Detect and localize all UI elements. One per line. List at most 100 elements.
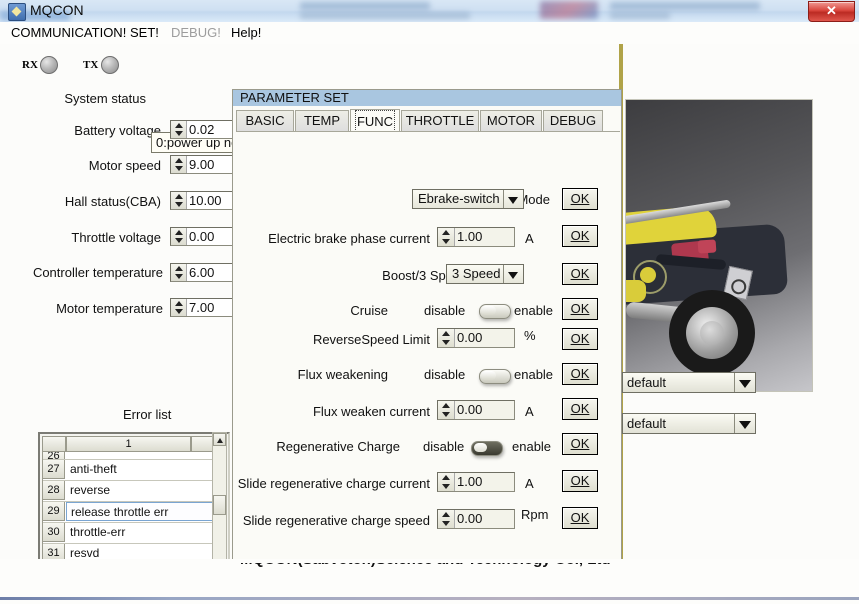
boost-3-spd-dropdown[interactable]: 3 Speed [446,264,524,284]
motor-temperature-stepper[interactable]: 7.00 [170,298,238,317]
motor-speed-stepper[interactable]: 9.00 [170,155,238,174]
preset-dropdown-2[interactable]: default [622,413,756,434]
tab-debug[interactable]: DEBUG [543,110,603,131]
func-tab-panel: Ebrake Mode Ebrake-switch OK Electric br… [233,132,621,602]
stepper-arrows-icon[interactable] [171,299,187,316]
row-number: 29 [43,502,65,521]
ok-button-cruise[interactable]: OK [562,298,598,320]
unit-rpm: Rpm [521,507,549,522]
stepper-arrows-icon[interactable] [438,329,455,347]
parameter-set-title: PARAMETER SET [233,90,621,106]
ok-label: OK [570,473,590,488]
tab-motor[interactable]: MOTOR [480,110,542,131]
chevron-down-icon[interactable] [734,414,755,433]
reverse-speed-limit-stepper[interactable]: 0.00 [437,328,515,348]
menu-item-debug[interactable]: DEBUG! [166,24,226,42]
ok-button-regenerative-charge[interactable]: OK [562,433,598,455]
row-number: 26 [43,452,65,459]
background-window-thumbnail [540,1,598,19]
tab-temp[interactable]: TEMP [295,110,349,131]
ok-button-flux-weaken-current[interactable]: OK [562,398,598,420]
regenerative-charge-disable-label: disable [423,439,465,454]
ok-button-slide-regenerative-charge-speed[interactable]: OK [562,507,598,529]
flux-weaken-current-stepper[interactable]: 0.00 [437,400,515,420]
ok-button-flux-weakening[interactable]: OK [562,363,598,385]
stepper-arrows-icon[interactable] [171,228,187,245]
close-icon[interactable]: ✕ [808,1,855,22]
ok-label: OK [570,191,590,206]
controller-temperature-stepper[interactable]: 6.00 [170,263,238,282]
slide-regenerative-charge-current-stepper[interactable]: 1.00 [437,472,515,492]
background-window-blur [610,2,760,10]
stepper-arrows-icon[interactable] [171,156,187,173]
stepper-arrows-icon[interactable] [438,473,455,491]
stepper-arrows-icon[interactable] [171,192,187,209]
table-row[interactable]: 27 anti-theft [43,460,213,481]
photo-detail [697,239,717,254]
ok-button-slide-regenerative-charge-current[interactable]: OK [562,470,598,492]
ok-label: OK [570,436,590,451]
grid-corner-cell[interactable] [42,436,66,452]
table-row[interactable]: 30 throttle-err [43,523,213,544]
footer-bar: MQCON(Sabvoton)Science and Technology Co… [0,559,859,604]
electric-brake-phase-current-stepper[interactable]: 1.00 [437,227,515,247]
menu-item-communication[interactable]: COMMUNICATION! [6,24,131,42]
scroll-up-icon[interactable] [213,433,226,446]
application-window: MQCON ✕ COMMUNICATION! SET! DEBUG! Help!… [0,0,859,604]
tab-basic[interactable]: BASIC [236,110,294,131]
chevron-down-icon[interactable] [503,265,523,283]
cruise-toggle[interactable] [479,304,511,319]
row-text: release throttle err [66,502,213,521]
tab-throttle[interactable]: THROTTLE [401,110,479,131]
preset-dropdown-1-value: default [627,375,667,390]
motor-speed-value: 9.00 [189,157,215,172]
stepper-arrows-icon[interactable] [171,264,187,281]
ebrake-mode-dropdown[interactable]: Ebrake-switch [412,189,524,209]
error-list-vertical-scrollbar[interactable] [212,432,227,579]
table-row[interactable]: 26 [43,452,213,460]
row-text: anti-theft [70,462,117,476]
stepper-arrows-icon[interactable] [438,401,455,419]
regenerative-charge-toggle[interactable] [471,441,503,456]
chevron-down-icon[interactable] [734,373,755,392]
label-boost-3-spd: Boost/3 Spd [382,268,453,283]
table-row[interactable]: 28 reverse [43,481,213,502]
table-row-selected[interactable]: 29 release throttle err [43,502,213,523]
scrollbar-thumb[interactable] [213,495,226,515]
background-window-blur [300,12,470,19]
error-list-column-header[interactable]: 1 [66,436,191,452]
row-number: 30 [43,523,65,542]
stepper-arrows-icon[interactable] [171,121,187,138]
label-hall-status: Hall status(CBA) [64,194,161,209]
tab-func[interactable]: FUNC [350,109,400,134]
label-motor-temperature: Motor temperature [56,301,163,316]
ok-button-ebrake-mode[interactable]: OK [562,188,598,210]
unit-percent: % [524,328,536,343]
ok-button-electric-brake-phase-current[interactable]: OK [562,225,598,247]
preset-dropdown-1[interactable]: default [622,372,756,393]
throttle-voltage-stepper[interactable]: 0.00 [170,227,238,246]
slide-regenerative-charge-speed-stepper[interactable]: 0.00 [437,509,515,529]
unit-amps: A [525,231,534,246]
parameter-set-window: PARAMETER SET BASIC TEMP FUNC THROTTLE M… [232,89,622,602]
stepper-arrows-icon[interactable] [438,510,455,528]
battery-voltage-stepper[interactable]: 0.02 [170,120,238,139]
ok-button-reverse-speed-limit[interactable]: OK [562,328,598,350]
window-title: MQCON [30,2,84,18]
menu-bar: COMMUNICATION! SET! DEBUG! Help! [0,22,859,45]
label-system-status: System status [64,91,146,106]
ok-label: OK [570,228,590,243]
label-regenerative-charge: Regenerative Charge [276,439,400,454]
error-list-body[interactable]: 26 27 anti-theft 28 reverse 29 release t… [42,452,214,572]
rx-led-icon [40,56,58,74]
menu-item-set[interactable]: SET! [125,24,164,42]
stepper-arrows-icon[interactable] [438,228,455,246]
hall-status-stepper[interactable]: 10.00 [170,191,238,210]
chevron-down-icon[interactable] [503,190,523,208]
menu-item-help[interactable]: Help! [226,24,266,42]
throttle-voltage-value: 0.00 [189,229,215,244]
ok-button-boost-3-spd[interactable]: OK [562,263,598,285]
battery-voltage-value: 0.02 [189,122,215,137]
flux-weakening-toggle[interactable] [479,369,511,384]
ok-label: OK [570,331,590,346]
